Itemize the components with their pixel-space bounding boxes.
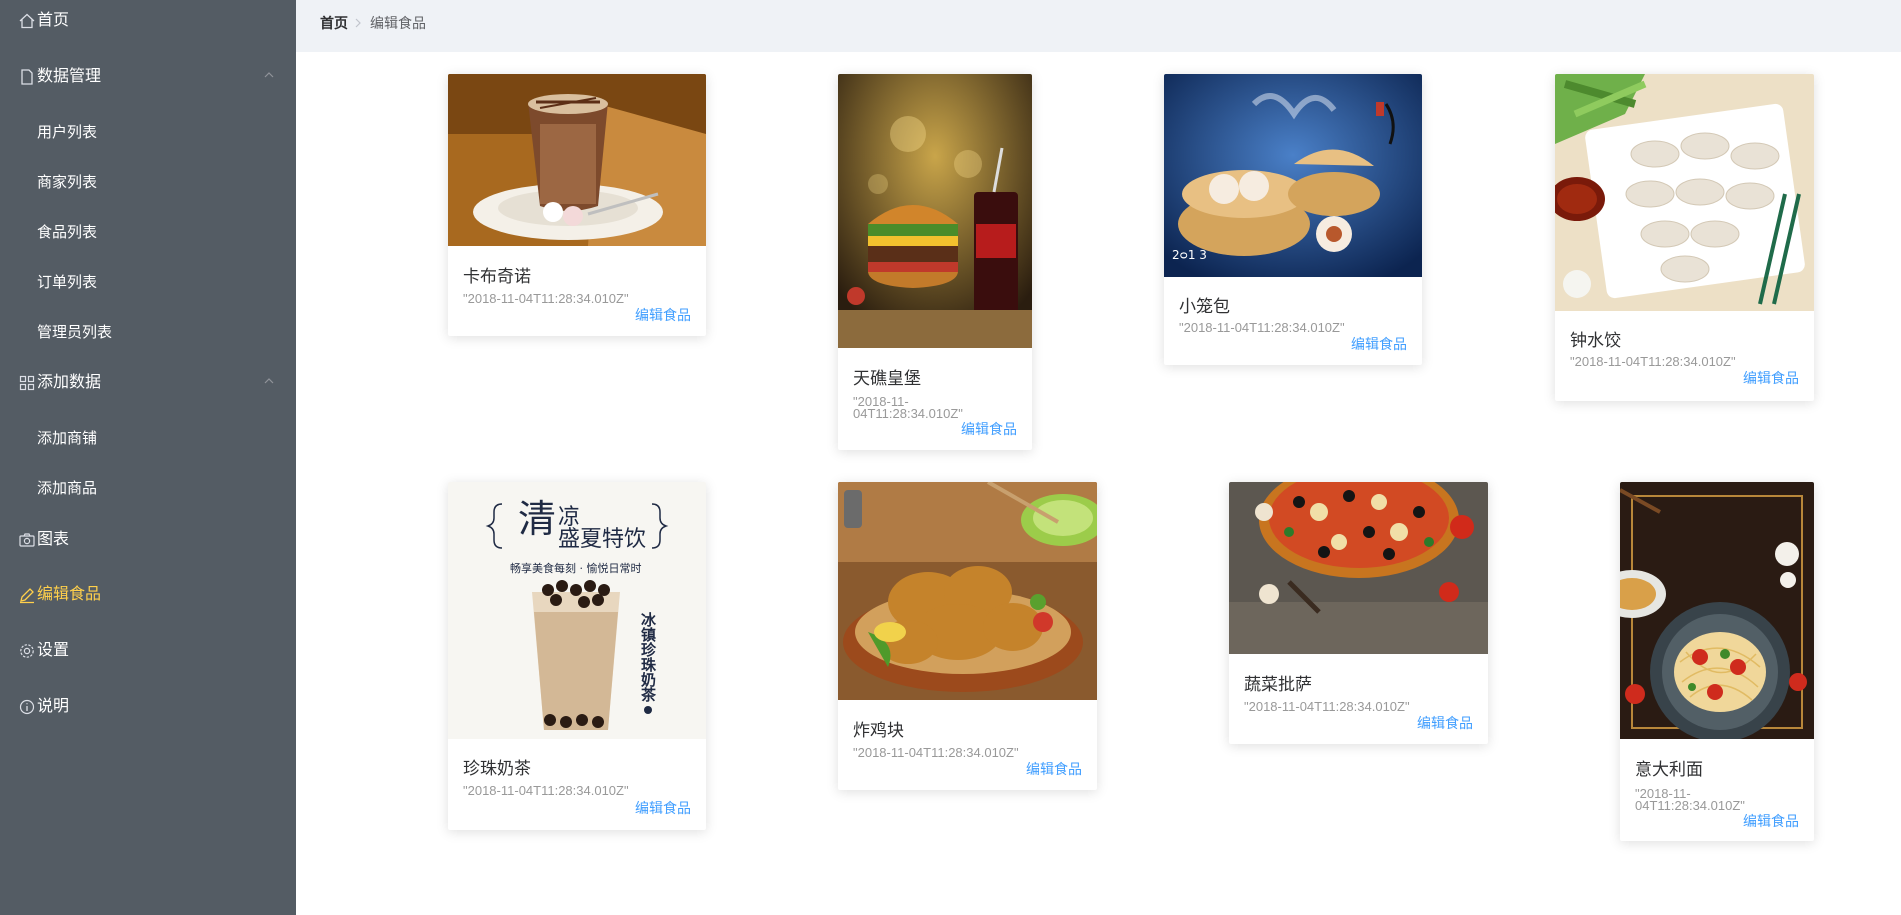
- food-card: 意大利面 "2018-11-04T11:28:34.010Z" 编辑食品: [1620, 482, 1814, 841]
- food-name: 蔬菜批萨: [1244, 675, 1312, 694]
- home-icon: [19, 13, 35, 29]
- food-name: 天礁皇堡: [853, 369, 921, 388]
- poster-line2: 盛夏特饮: [558, 527, 646, 552]
- breadcrumb-home[interactable]: 首页: [320, 14, 348, 32]
- camera-icon: [19, 533, 35, 547]
- grid-icon: [19, 375, 35, 391]
- document-icon: [21, 69, 33, 85]
- food-image: [838, 74, 1032, 348]
- food-name: 卡布奇诺: [463, 267, 531, 286]
- food-image: [448, 74, 706, 246]
- food-name: 炸鸡块: [853, 721, 904, 740]
- food-card: 蔬菜批萨 "2018-11-04T11:28:34.010Z" 编辑食品: [1229, 482, 1488, 744]
- food-time: "2018-11-04T11:28:34.010Z": [1244, 699, 1410, 714]
- food-time: "2018-11-04T11:28:34.010Z": [1635, 786, 1745, 813]
- food-time: "2018-11-04T11:28:34.010Z": [463, 783, 629, 798]
- food-time: "2018-11-04T11:28:34.010Z": [853, 394, 963, 421]
- edit-food-link[interactable]: 编辑食品: [635, 305, 691, 325]
- edit-food-link[interactable]: 编辑食品: [1743, 368, 1799, 388]
- food-name: 钟水饺: [1570, 331, 1621, 350]
- poster-slogan: 畅享美食每刻 · 愉悦日常时: [510, 561, 642, 575]
- info-icon: [19, 699, 35, 715]
- edit-icon: [20, 588, 34, 604]
- chevron-right-icon: [355, 18, 361, 28]
- food-image: [1555, 74, 1814, 311]
- food-image: 清 凉 盛夏特饮 畅享美食每刻 · 愉悦日常时 冰镇珍珠奶茶: [448, 482, 706, 739]
- food-time: "2018-11-04T11:28:34.010Z": [463, 291, 629, 306]
- food-image: [1229, 482, 1488, 654]
- edit-food-link[interactable]: 编辑食品: [1351, 334, 1407, 354]
- food-name: 小笼包: [1179, 297, 1230, 316]
- gear-icon: [20, 644, 34, 658]
- food-time: "2018-11-04T11:28:34.010Z": [1179, 320, 1345, 335]
- breadcrumb-bar: [296, 0, 1901, 52]
- food-image: [1620, 482, 1814, 739]
- food-card: 卡布奇诺 "2018-11-04T11:28:34.010Z" 编辑食品: [448, 74, 706, 336]
- food-card: 清 凉 盛夏特饮 畅享美食每刻 · 愉悦日常时 冰镇珍珠奶茶 珍珠奶茶 "201…: [448, 482, 706, 830]
- chevron-up-icon: [264, 72, 274, 78]
- chevron-up-icon: [264, 378, 274, 384]
- food-card: 天礁皇堡 "2018-11-04T11:28:34.010Z" 编辑食品: [838, 74, 1032, 450]
- edit-food-link[interactable]: 编辑食品: [635, 798, 691, 818]
- svg-text:2ᴑ1 3: 2ᴑ1 3: [1172, 248, 1207, 262]
- breadcrumb-current: 编辑食品: [370, 15, 426, 31]
- food-card: 2ᴑ1 3 小笼包 "2018-11-04T11:28:34.010Z" 编辑食…: [1164, 74, 1422, 365]
- food-card: 炸鸡块 "2018-11-04T11:28:34.010Z" 编辑食品: [838, 482, 1097, 790]
- edit-food-link[interactable]: 编辑食品: [1743, 811, 1799, 831]
- food-name: 珍珠奶茶: [463, 759, 531, 778]
- poster-big-char: 清: [518, 497, 556, 541]
- food-image: [838, 482, 1097, 700]
- edit-food-link[interactable]: 编辑食品: [1417, 713, 1473, 733]
- sidebar: 首页 数据管理 用户列表 商家列表 食品列表 订单列表 管理员列表 添加数据 添…: [0, 0, 296, 915]
- food-time: "2018-11-04T11:28:34.010Z": [853, 745, 1019, 760]
- poster-vertical: 冰镇珍珠奶茶: [639, 612, 657, 702]
- edit-food-link[interactable]: 编辑食品: [961, 419, 1017, 439]
- food-name: 意大利面: [1635, 760, 1703, 779]
- food-card: 钟水饺 "2018-11-04T11:28:34.010Z" 编辑食品: [1555, 74, 1814, 401]
- edit-food-link[interactable]: 编辑食品: [1026, 759, 1082, 779]
- food-time: "2018-11-04T11:28:34.010Z": [1570, 354, 1736, 369]
- food-image: 2ᴑ1 3: [1164, 74, 1422, 277]
